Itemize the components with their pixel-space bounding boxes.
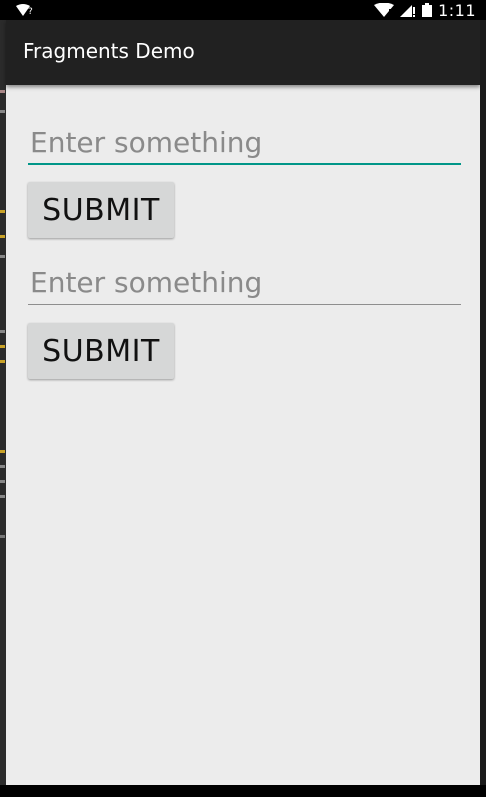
status-left-group: ?: [16, 0, 33, 20]
bottom-edge: [0, 785, 486, 797]
unknown-status-glyph: ?: [28, 7, 33, 17]
window-right-edge: [480, 20, 486, 785]
second-fragment-submit-button[interactable]: SUBMIT: [28, 323, 174, 379]
status-bar: ? 1:11: [0, 0, 486, 20]
second-fragment-text-input[interactable]: [28, 261, 461, 305]
action-bar: Fragments Demo: [6, 20, 480, 85]
first-fragment-submit-button[interactable]: SUBMIT: [28, 182, 174, 238]
wifi-icon: [374, 3, 395, 17]
status-right-group: 1:11: [374, 0, 476, 20]
signal-icon: [400, 5, 416, 17]
app-title: Fragments Demo: [23, 39, 195, 63]
battery-icon: [422, 3, 433, 17]
first-fragment-text-input[interactable]: [28, 121, 461, 165]
device-screen: ? 1:11 Fragments Demo Enter something SU…: [0, 0, 486, 797]
status-clock: 1:11: [438, 0, 476, 20]
app-window: Fragments Demo SUBMIT SUBMIT: [6, 20, 480, 785]
